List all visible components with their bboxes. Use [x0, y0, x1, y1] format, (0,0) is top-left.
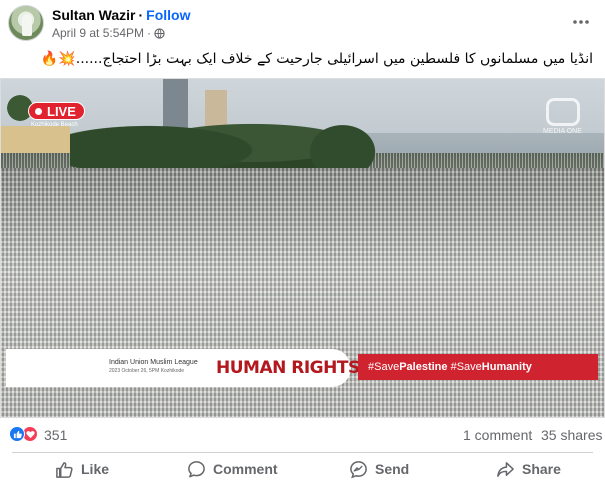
live-dot-icon	[35, 108, 42, 115]
share-label: Share	[522, 461, 561, 477]
action-divider	[12, 452, 593, 453]
hashtag-1-prefix: #Save	[368, 361, 400, 373]
hashtag-2-bold: Humanity	[481, 361, 532, 373]
send-label: Send	[375, 461, 410, 477]
post-header: Sultan Wazir · Follow April 9 at 5:54PM ·	[0, 0, 605, 48]
like-button[interactable]: Like	[55, 458, 109, 480]
follow-button[interactable]: Follow	[146, 7, 190, 23]
post-caption: انڈیا میں مسلمانوں کا فلسطین میں اسرائیل…	[40, 51, 593, 67]
share-button[interactable]: Share	[496, 458, 561, 480]
live-location: Kozhikode Beach	[31, 122, 78, 128]
like-reaction-icon[interactable]	[9, 426, 25, 442]
comments-count[interactable]: 1 comment	[463, 427, 532, 443]
live-label: LIVE	[47, 104, 76, 119]
channel-watermark: MEDIA ONE	[543, 128, 582, 135]
hashtag-2-prefix: #Save	[450, 361, 482, 373]
shares-count[interactable]: 35 shares	[541, 427, 602, 443]
post-stats: 351 1 comment 35 shares	[0, 418, 605, 452]
name-separator: ·	[138, 7, 144, 23]
lower-third-org: Indian Union Muslim League	[109, 359, 198, 366]
author-name[interactable]: Sultan Wazir	[52, 7, 136, 23]
post-meta: April 9 at 5:54PM ·	[52, 26, 165, 40]
lower-third-org-sub: 2023 October 26, 5PM Kozhikode	[109, 368, 185, 374]
globe-icon	[154, 27, 165, 39]
send-button[interactable]: Send	[349, 458, 409, 480]
comment-label: Comment	[213, 461, 278, 477]
lower-third-banner: Indian Union Muslim League 2023 October …	[6, 349, 421, 387]
timestamp-separator: ·	[147, 26, 152, 40]
hashtag-1-bold: Palestine	[399, 361, 448, 373]
send-icon	[350, 460, 367, 478]
share-icon	[497, 461, 514, 477]
author-row: Sultan Wazir · Follow	[52, 7, 191, 23]
like-label: Like	[81, 461, 110, 477]
video-player[interactable]: LIVE Kozhikode Beach MEDIA ONE Indian Un…	[0, 78, 605, 418]
post-timestamp[interactable]: April 9 at 5:54PM	[52, 26, 144, 40]
live-badge: LIVE	[28, 102, 85, 120]
comment-icon	[188, 460, 205, 477]
reactions-count[interactable]: 351	[44, 427, 67, 443]
avatar[interactable]	[8, 5, 44, 41]
action-bar: Like Comment Send Share	[0, 454, 605, 481]
comment-button[interactable]: Comment	[187, 458, 278, 480]
hashtag-bar: #SavePalestine #SaveHumanity	[358, 354, 598, 380]
avatar-figure	[22, 14, 32, 36]
thumbs-up-icon	[56, 461, 73, 478]
more-options-icon[interactable]	[571, 12, 591, 32]
channel-logo-icon	[546, 98, 580, 126]
